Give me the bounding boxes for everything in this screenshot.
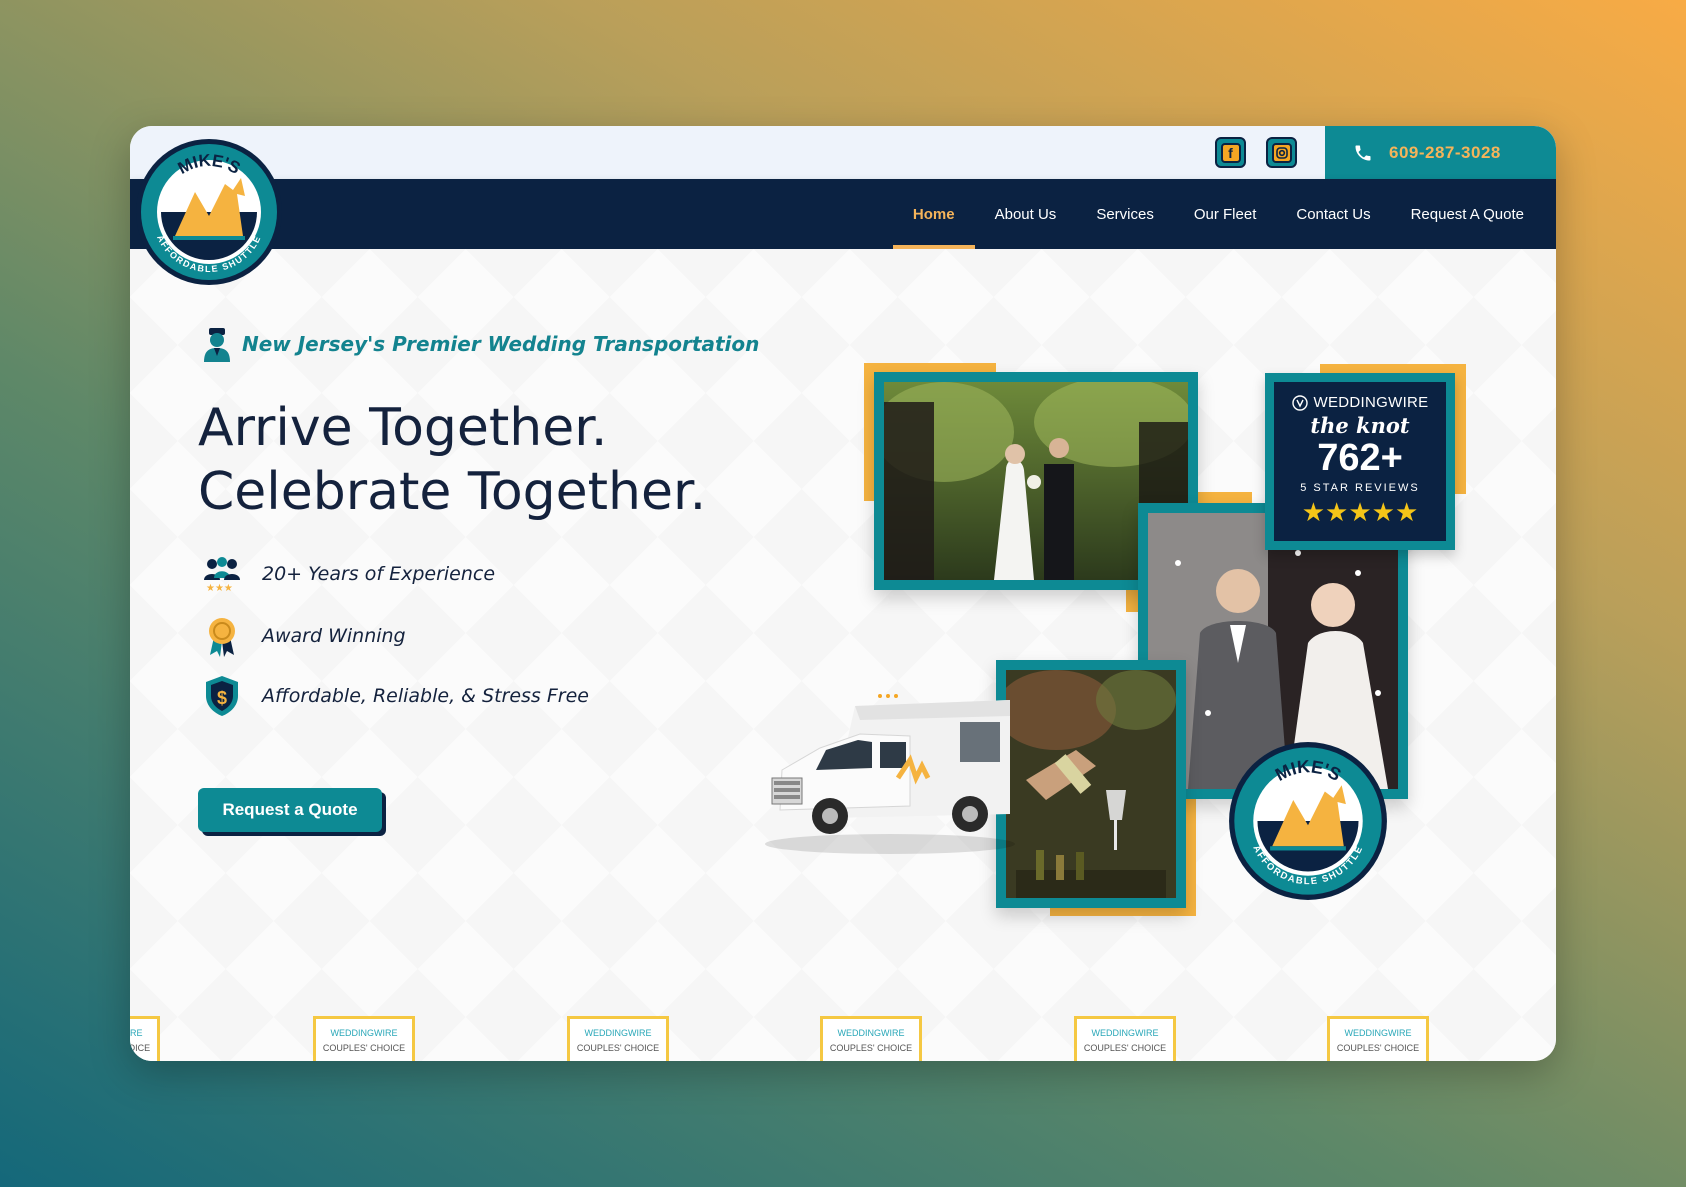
badge-line-1: WEDDINGWIRE [130,1028,143,1038]
badge-line-1: WEDDINGWIRE [837,1028,905,1038]
team-stars-icon: ★★★ [204,557,240,592]
reviews-card: WEDDINGWIRE the knot 762+ 5 STAR REVIEWS… [1265,373,1455,550]
weddingwire-icon [1291,394,1308,411]
svg-text:$: $ [217,688,227,708]
facebook-link[interactable]: f [1215,137,1246,168]
review-source-weddingwire: WEDDINGWIRE [1313,394,1429,411]
badge-line-2: COUPLES' CHOICE [576,1043,660,1053]
award-badge: WEDDINGWIRE COUPLES' CHOICE [1074,1016,1176,1061]
chauffeur-icon [204,328,230,362]
five-star-icon: ★★★★★ [1301,498,1419,528]
shield-dollar-icon: $ [206,676,238,716]
nav-menu: Home About Us Services Our Fleet Contact… [892,179,1544,249]
photo-champagne-toast [996,660,1186,908]
weddingwire-logo: WEDDINGWIRE [1274,394,1446,411]
hero-tagline-row: New Jersey's Premier Wedding Transportat… [202,326,759,362]
badge-line-2: COUPLES' CHOICE [1083,1043,1167,1053]
badge-line-2: COUPLES' CHOICE [130,1043,151,1053]
phone-icon [1355,145,1371,160]
main-navbar: Home About Us Services Our Fleet Contact… [130,179,1556,249]
award-badge: WEDDINGWIRE COUPLES' CHOICE [567,1016,669,1061]
headline-line-1: Arrive Together. [198,398,608,458]
hero-tagline: New Jersey's Premier Wedding Transportat… [242,332,760,356]
phone-number: 609-287-3028 [1389,142,1501,162]
headline-line-2: Celebrate Together. [198,462,707,522]
request-quote-button[interactable]: Request a Quote [198,788,382,832]
feature-text: 20+ Years of Experience [262,563,496,585]
nav-contact-us[interactable]: Contact Us [1276,179,1390,249]
badge-line-2: COUPLES' CHOICE [322,1043,406,1053]
review-count: 762+ [1317,437,1403,479]
instagram-icon [1271,142,1292,163]
logo-badge: MIKE'S AFFORDABLE SHUTTLE [1228,741,1388,901]
phone-link[interactable]: 609-287-3028 [1325,126,1556,179]
instagram-link[interactable] [1266,137,1297,168]
award-badge: WEDDINGWIRE COUPLES' CHOICE [1327,1016,1429,1061]
browser-window: f 609-287-3028 Home About Us Services Ou… [130,126,1556,1061]
nav-request-a-quote[interactable]: Request A Quote [1391,179,1544,249]
feature-text: Affordable, Reliable, & Stress Free [262,685,589,707]
top-bar: f 609-287-3028 [130,126,1556,179]
badge-line-1: WEDDINGWIRE [330,1028,398,1038]
badge-line-1: WEDDINGWIRE [584,1028,652,1038]
feature-text: Award Winning [262,625,406,647]
site-logo[interactable]: MIKE'S AFFORDABLE SHUTTLE [133,136,285,288]
award-badge: WEDDINGWIRE COUPLES' CHOICE [130,1016,160,1061]
nav-services[interactable]: Services [1076,179,1174,249]
hero-headline: Arrive Together. Celebrate Together. [198,396,706,524]
badge-line-2: COUPLES' CHOICE [829,1043,913,1053]
award-badge: WEDDINGWIRE COUPLES' CHOICE [820,1016,922,1061]
award-ribbon-icon [209,618,235,657]
feature-experience: ★★★ 20+ Years of Experience [202,556,495,592]
facebook-icon: f [1220,142,1241,163]
review-source-theknot: the knot [1310,413,1410,438]
badge-line-2: COUPLES' CHOICE [1336,1043,1420,1053]
nav-our-fleet[interactable]: Our Fleet [1174,179,1277,249]
award-badge: WEDDINGWIRE COUPLES' CHOICE [313,1016,415,1061]
review-caption: 5 STAR REVIEWS [1300,482,1420,494]
nav-about-us[interactable]: About Us [975,179,1077,249]
feature-award: Award Winning [202,615,406,657]
feature-affordable: $ Affordable, Reliable, & Stress Free [202,674,589,718]
svg-text:★★★: ★★★ [206,583,233,592]
badge-line-1: WEDDINGWIRE [1091,1028,1159,1038]
nav-home[interactable]: Home [892,179,975,249]
shuttle-van-image [760,686,1020,856]
badge-line-1: WEDDINGWIRE [1344,1028,1412,1038]
